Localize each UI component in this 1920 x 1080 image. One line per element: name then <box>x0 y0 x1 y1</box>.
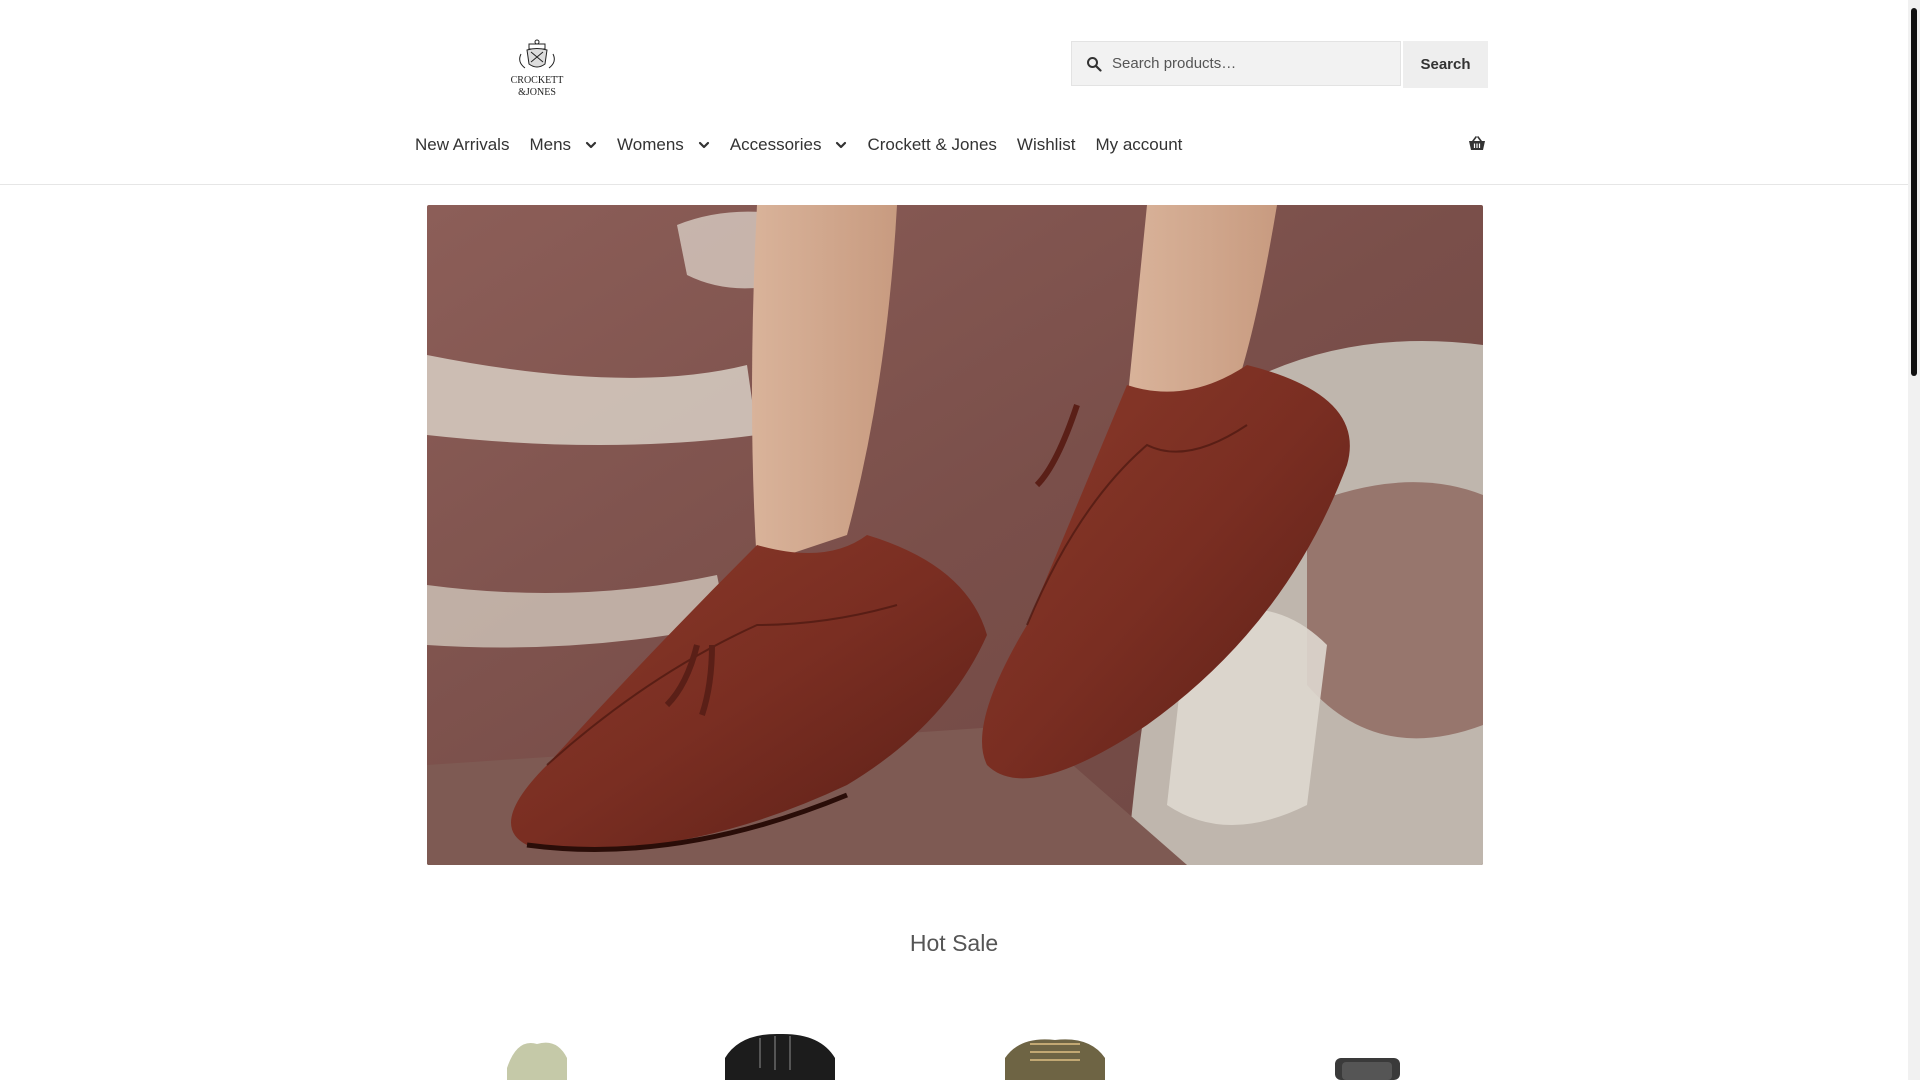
nav-item-label: Crockett & Jones <box>867 135 997 154</box>
nav-item-mens[interactable]: Mens <box>529 135 597 155</box>
nav-item-accessories[interactable]: Accessories <box>730 135 848 155</box>
chevron-down-icon[interactable] <box>585 139 597 151</box>
search-input[interactable] <box>1112 55 1392 72</box>
nav-item-label: Womens <box>617 135 684 154</box>
dark-shoe-product-image[interactable] <box>1330 1028 1405 1080</box>
svg-text:CROCKETT: CROCKETT <box>511 75 564 86</box>
tassel-loafer-hero-image[interactable] <box>427 205 1483 865</box>
search-icon <box>1087 56 1102 72</box>
chevron-down-icon[interactable] <box>835 139 847 151</box>
search-field[interactable] <box>1071 41 1401 86</box>
basket-icon[interactable] <box>1468 136 1486 152</box>
nav-item-label: New Arrivals <box>415 135 510 154</box>
hot-sale-heading: Hot Sale <box>909 930 999 956</box>
product-search-form: Search <box>1071 41 1488 88</box>
svg-text:&JONES: &JONES <box>518 87 556 98</box>
nav-item-crockett-jones[interactable]: Crockett & Jones <box>867 135 996 155</box>
nav-item-label: Mens <box>529 135 572 154</box>
site-header: CROCKETT &JONES Search New Arrivals Mens <box>0 0 1908 185</box>
nav-item-my-account[interactable]: My account <box>1095 135 1182 155</box>
nav-item-wishlist[interactable]: Wishlist <box>1017 135 1076 155</box>
chevron-down-icon[interactable] <box>698 139 710 151</box>
olive-boot-product-image[interactable] <box>1000 1028 1110 1080</box>
nav-item-new-arrivals[interactable]: New Arrivals <box>415 135 509 155</box>
hot-sale-products <box>0 1028 1908 1080</box>
nav-item-womens[interactable]: Womens <box>617 135 710 155</box>
nav-item-label: Wishlist <box>1016 135 1076 154</box>
nav-item-label: Accessories <box>729 135 822 154</box>
scrollbar-thumb[interactable] <box>1911 8 1917 376</box>
green-boot-product-image[interactable] <box>497 1028 577 1080</box>
site-logo[interactable]: CROCKETT &JONES <box>503 38 571 100</box>
primary-navigation: New Arrivals Mens Womens Accessories Cro… <box>415 132 1202 158</box>
search-button[interactable]: Search <box>1403 41 1488 88</box>
black-boot-product-image[interactable] <box>720 1028 840 1080</box>
page: CROCKETT &JONES Search New Arrivals Mens <box>0 0 1908 1080</box>
page-scrollbar[interactable] <box>1908 0 1920 1080</box>
nav-item-label: My account <box>1095 135 1183 154</box>
